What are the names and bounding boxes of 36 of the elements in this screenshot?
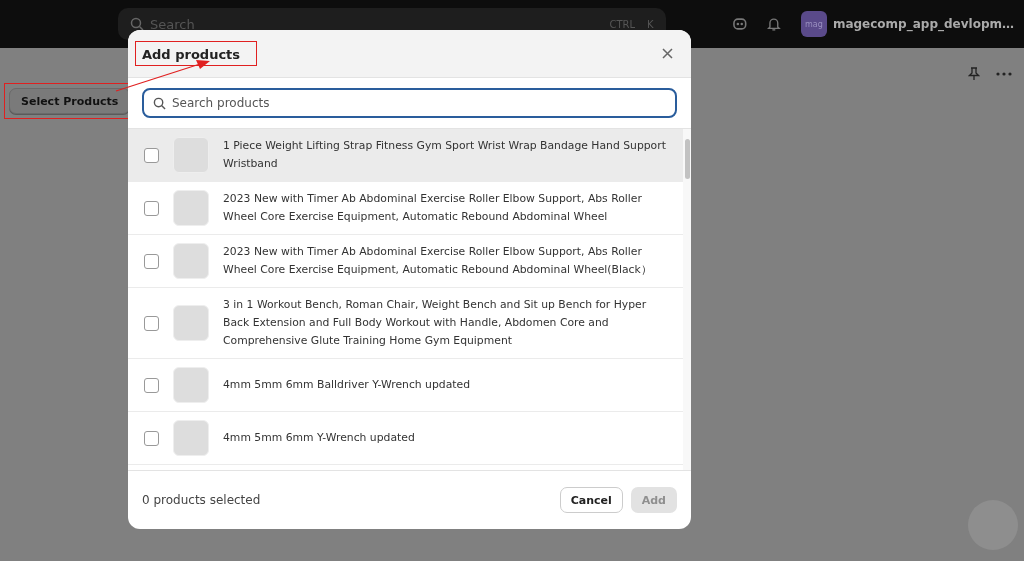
search-icon: [153, 97, 166, 110]
product-name: 4mm 5mm 6mm Balldriver Y-Wrench updated: [223, 377, 470, 393]
scrollbar[interactable]: [683, 129, 691, 470]
pin-icon[interactable]: [968, 66, 980, 81]
product-photo-placeholder: [173, 305, 209, 341]
product-photo-placeholder: [173, 190, 209, 226]
selected-count: 0 products selected: [142, 493, 261, 507]
select-products-button[interactable]: Select Products: [9, 88, 131, 114]
store-name[interactable]: magecomp_app_devlopm…: [832, 17, 1014, 31]
product-name: 4mm 5mm 6mm Y-Wrench updated: [223, 430, 415, 446]
product-name: 1 Piece Weight Lifting Strap Fitness Gym Sport Wrist Wrap Bandage Hand Support Wristband: [223, 138, 667, 172]
checkbox[interactable]: [144, 315, 159, 331]
checkbox[interactable]: [144, 253, 159, 269]
dialog-title: Add products: [142, 47, 241, 62]
product-name: 3 in 1 Workout Bench, Roman Chair, Weight Bench and Sit up Bench for Hyper Back Extension and Full Body Workout with Handle, Abdomen Core and Comprehensive Glute Training Home Gym Equipment: [223, 297, 648, 349]
product-row[interactable]: 4mm 5mm 6mm Y-Wrench updated: [128, 412, 683, 465]
product-row[interactable]: 1 Piece Weight Lifting Strap Fitness Gym Sport Wrist Wrap Bandage Hand Support Wristband: [128, 129, 683, 182]
checkbox[interactable]: [144, 430, 159, 446]
product-row[interactable]: 3 in 1 Workout Bench, Roman Chair, Weight Bench and Sit up Bench for Hyper Back Extension and Full Body Workout with Handle, Abdomen Core and Comprehensive Glute Training Home Gym Equipment: [128, 288, 683, 359]
close-icon[interactable]: [662, 48, 673, 59]
product-photo-placeholder: [173, 420, 209, 456]
product-name: 2023 New with Timer Ab Abdominal Exercise Roller Elbow Support, Abs Roller Wheel Core Exercise Equipment, Automatic Rebound Abdominal Wheel: [223, 191, 643, 225]
product-row[interactable]: 2023 New with Timer Ab Abdominal Exercise Roller Elbow Support, Abs Roller Wheel Core Exercise Equipment, Automatic Rebound Abdominal Wheel: [128, 182, 683, 235]
product-row[interactable]: 4mm 5mm 6mm Balldriver Y-Wrench updated: [128, 359, 683, 412]
search-icon: [130, 17, 144, 31]
search-products-field[interactable]: Search products: [142, 88, 677, 118]
checkbox[interactable]: [144, 200, 159, 216]
product-photo-placeholder: [173, 367, 209, 403]
checkbox[interactable]: [144, 377, 159, 393]
product-photo-placeholder: [173, 243, 209, 279]
product-row[interactable]: 2023 New with Timer Ab Abdominal Exercise Roller Elbow Support, Abs Roller Wheel Core Exercise Equipment, Automatic Rebound Abdominal Wheel(Black）: [128, 235, 683, 288]
product-name: 2023 New with Timer Ab Abdominal Exercise Roller Elbow Support, Abs Roller Wheel Core Exercise Equipment, Automatic Rebound Abdominal Wheel(Black）: [223, 244, 653, 278]
cancel-button[interactable]: Cancel: [559, 487, 623, 513]
checkbox[interactable]: [144, 147, 159, 163]
bell-icon[interactable]: [767, 16, 781, 32]
more-icon[interactable]: [996, 71, 1012, 76]
